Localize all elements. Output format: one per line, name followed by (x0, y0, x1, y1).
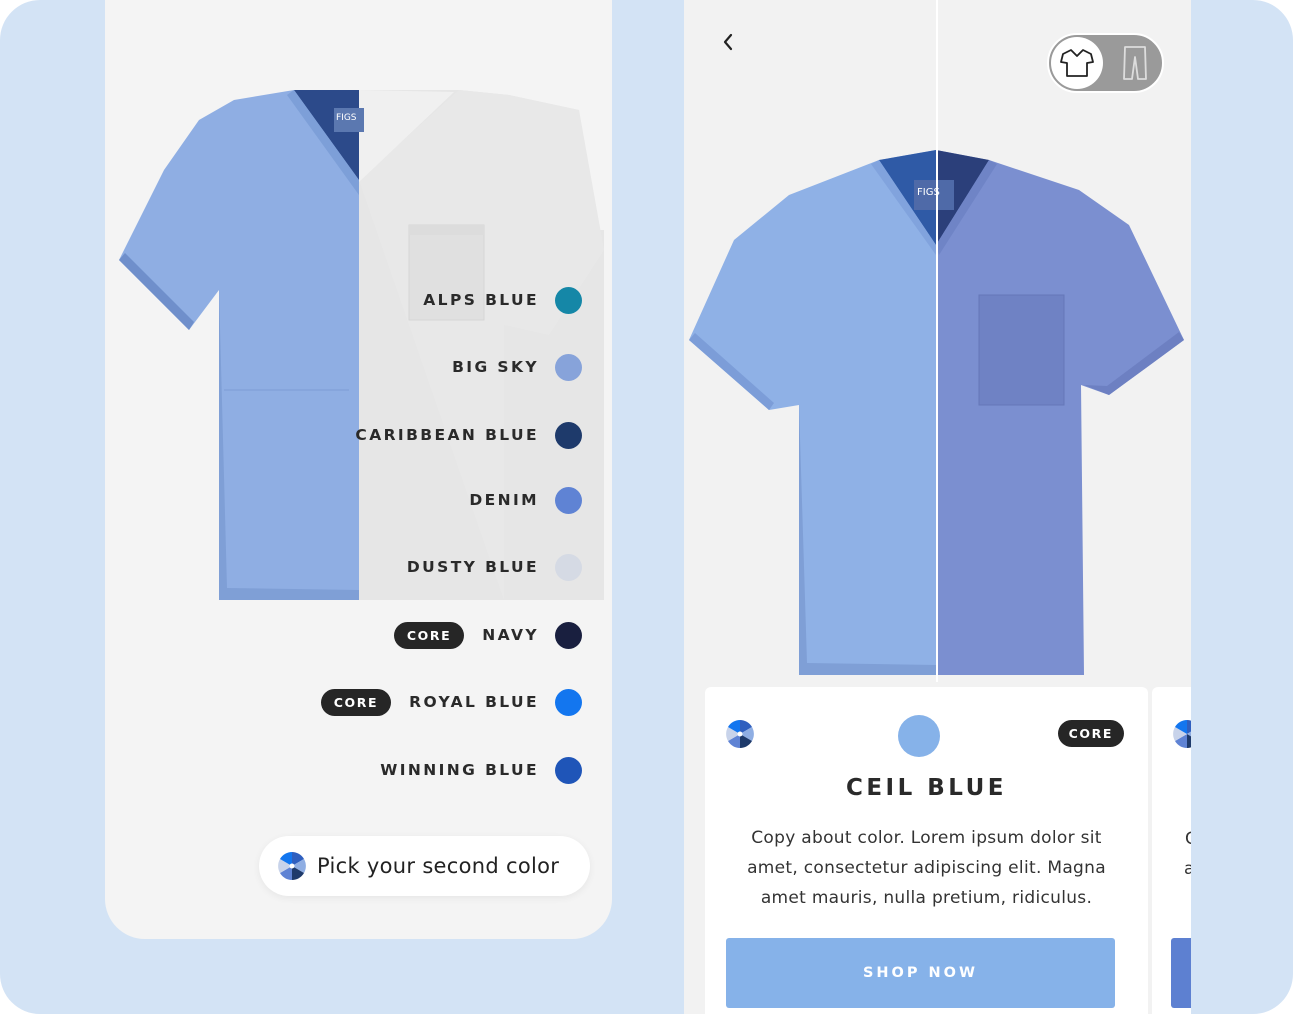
toggle-knob-top[interactable] (1051, 37, 1103, 89)
core-badge: CORE (393, 621, 465, 649)
chevron-left-icon (723, 33, 733, 51)
swatch-winning-blue[interactable]: WINNING BLUE (380, 755, 582, 785)
swatch-dot[interactable] (555, 553, 582, 581)
swatch-royal-blue[interactable]: CORE ROYAL BLUE (320, 687, 582, 717)
swatch-label: DENIM (469, 491, 539, 509)
swatch-dot[interactable] (555, 286, 582, 314)
swatch-label: BIG SKY (452, 358, 539, 376)
peek-description-fragment: a (1184, 859, 1191, 879)
pick-second-color-button[interactable]: Pick your second color (259, 836, 590, 896)
pants-icon[interactable] (1122, 45, 1148, 81)
description-line: Copy about color. Lorem ipsum dolor sit (751, 828, 1102, 848)
svg-text:FIGS: FIGS (336, 113, 357, 123)
back-button[interactable] (714, 28, 742, 56)
color-title: CEIL BLUE (845, 775, 1008, 801)
garment-toggle[interactable] (1047, 33, 1164, 93)
color-picker-screen: FIGS ALPS BLUE BIG SKY CARIBBEAN BLUE DE… (105, 0, 612, 939)
color-card: CORE CEIL BLUE Copy about color. Lorem i… (705, 687, 1148, 1014)
pick-button-label: Pick your second color (317, 854, 560, 878)
swatch-dot[interactable] (555, 621, 582, 649)
selected-color-swatch (898, 715, 940, 757)
app-frame: FIGS ALPS BLUE BIG SKY CARIBBEAN BLUE DE… (0, 0, 1293, 1014)
swatch-dot[interactable] (555, 688, 582, 716)
core-badge: CORE (320, 688, 392, 716)
description-line: amet, consectetur adipiscing elit. Magna (747, 858, 1106, 878)
swatch-label: NAVY (482, 626, 539, 644)
core-badge: CORE (1057, 720, 1124, 747)
description-line: amet mauris, nulla pretium, ridiculus. (760, 888, 1093, 908)
peek-shop-button[interactable] (1171, 938, 1191, 1008)
swatch-dot[interactable] (555, 353, 582, 381)
swatch-navy[interactable]: CORE NAVY (393, 620, 582, 650)
swatch-big-sky[interactable]: BIG SKY (452, 352, 582, 382)
swatch-label: DUSTY BLUE (406, 558, 539, 576)
color-wheel-icon[interactable] (725, 719, 755, 749)
swatch-alps-blue[interactable]: ALPS BLUE (423, 285, 582, 315)
swatch-dusty-blue[interactable]: DUSTY BLUE (407, 552, 582, 582)
shirt-icon (1060, 49, 1094, 77)
compare-divider[interactable] (936, 0, 938, 682)
swatch-dot[interactable] (555, 486, 582, 514)
swatch-dot[interactable] (555, 756, 582, 784)
swatch-dot[interactable] (555, 421, 582, 449)
shop-now-button[interactable]: SHOP NOW (726, 938, 1115, 1008)
swatch-label: ALPS BLUE (423, 291, 539, 309)
color-wheel-icon[interactable] (1172, 719, 1191, 749)
color-wheel-icon (278, 852, 306, 880)
color-compare-screen: FIGS CORE CEIL BLUE Copy about color. Lo… (684, 0, 1191, 1014)
peek-description-fragment: C (1185, 829, 1191, 849)
next-color-card[interactable]: C a (1152, 687, 1191, 1014)
color-description: Copy about color. Lorem ipsum dolor sit … (733, 823, 1120, 913)
swatch-label: WINNING BLUE (380, 761, 539, 779)
swatch-caribbean-blue[interactable]: CARIBBEAN BLUE (355, 420, 582, 450)
swatch-denim[interactable]: DENIM (469, 485, 582, 515)
swatch-label: ROYAL BLUE (409, 693, 539, 711)
swatch-label: CARIBBEAN BLUE (355, 426, 539, 444)
